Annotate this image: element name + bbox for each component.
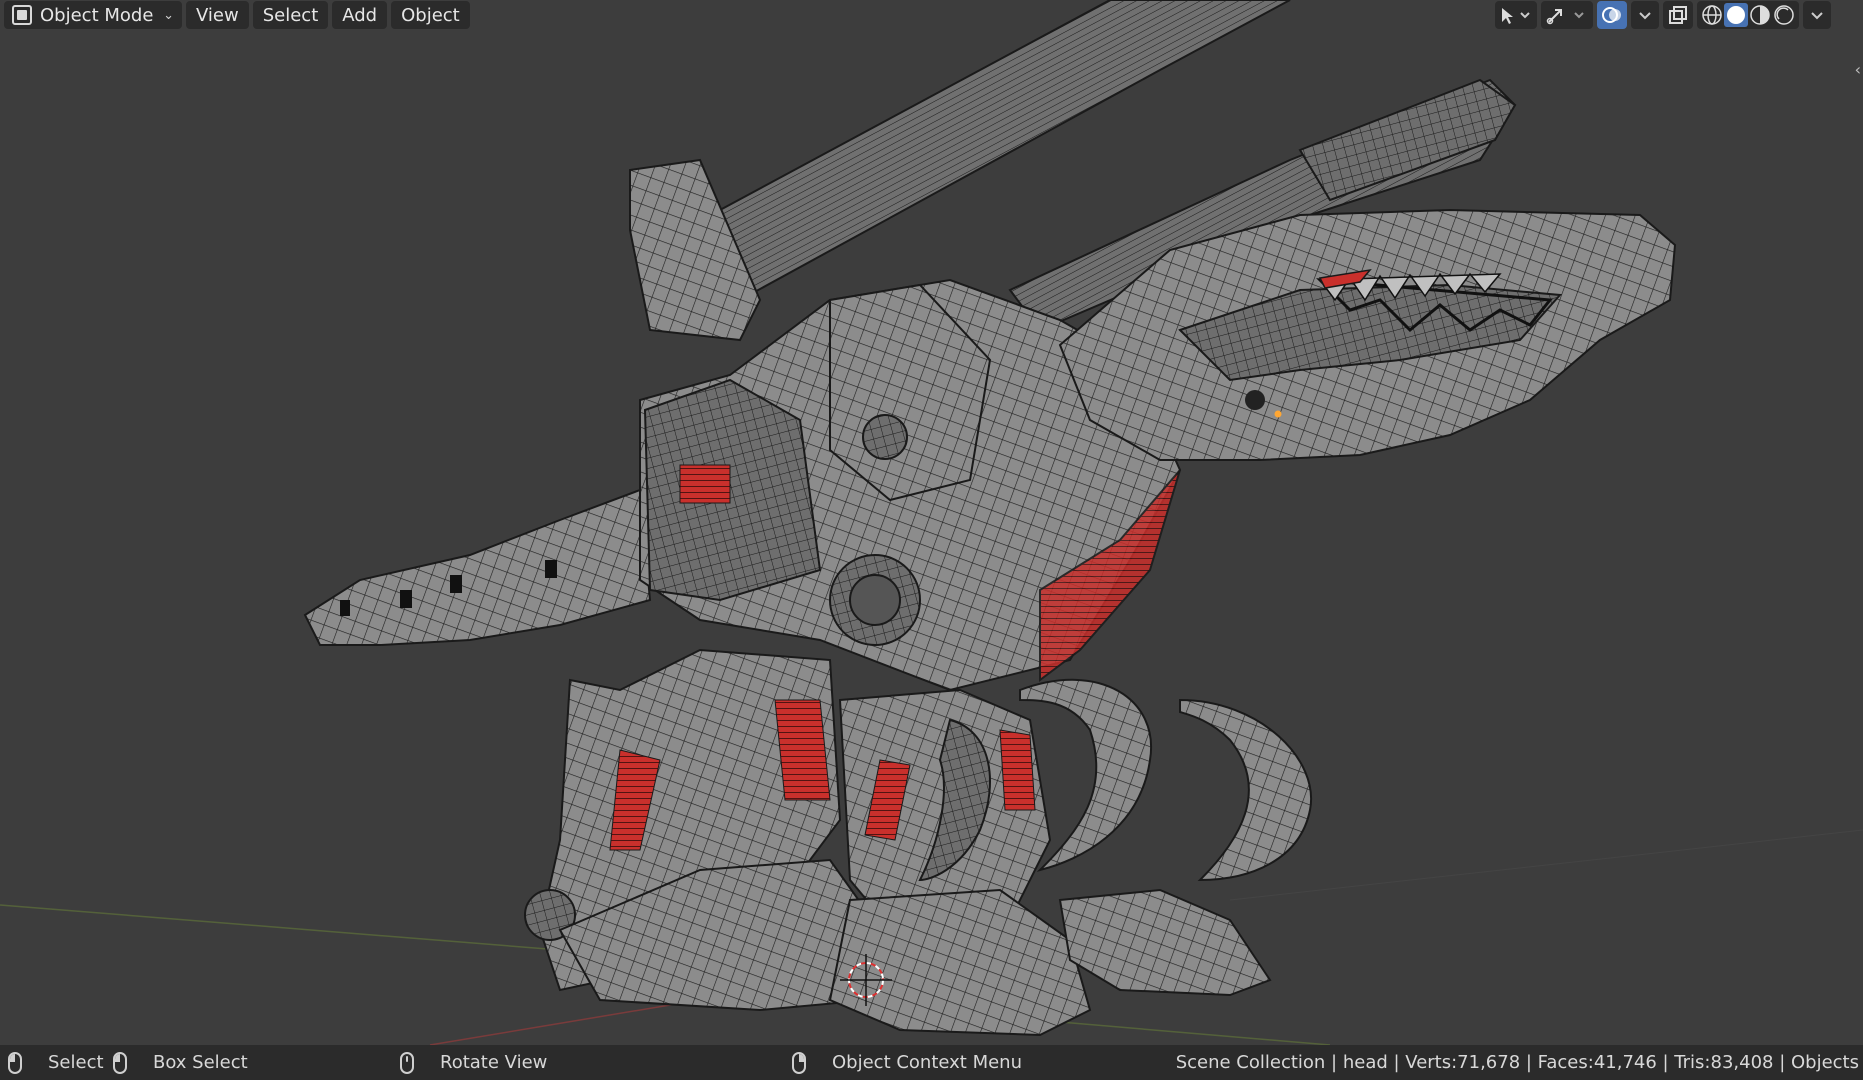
chevron-down-icon: ⌄	[163, 7, 174, 23]
status-select: Select	[8, 1051, 104, 1074]
status-rotate-view-label: Rotate View	[440, 1052, 548, 1073]
status-rotate-view: Rotate View	[400, 1051, 548, 1074]
status-bar: Select Box Select Rotate View Object Con…	[0, 1045, 1863, 1080]
material-shading-icon[interactable]	[1748, 3, 1772, 27]
rendered-shading-icon[interactable]	[1772, 3, 1796, 27]
tail	[303, 488, 652, 646]
menu-add[interactable]: Add	[332, 1, 388, 29]
mouse-box-select-icon	[113, 1051, 127, 1074]
rear-leg	[524, 648, 882, 1012]
status-box-select-label: Box Select	[153, 1052, 248, 1073]
mouse-left-icon	[8, 1051, 22, 1074]
overlays-icon[interactable]	[1597, 1, 1627, 29]
viewport-tools	[1495, 0, 1831, 30]
wireframe-shading-icon[interactable]	[1700, 3, 1724, 27]
menu-select[interactable]: Select	[252, 1, 329, 29]
object-mode-icon	[12, 5, 32, 25]
xray-icon[interactable]	[1663, 1, 1693, 29]
menu-view[interactable]: View	[186, 1, 249, 29]
sidebar-toggle-chevron-left-icon[interactable]: ‹	[1855, 60, 1861, 79]
shading-mode-group	[1697, 1, 1799, 29]
select-cursor-icon[interactable]	[1495, 1, 1537, 29]
menu-object[interactable]: Object	[391, 1, 470, 29]
status-context-menu-label: Object Context Menu	[832, 1052, 1023, 1073]
shading-dropdown[interactable]	[1803, 1, 1831, 29]
scene-canvas[interactable]	[0, 0, 1863, 1045]
mouse-right-icon	[792, 1051, 806, 1074]
3d-viewport[interactable]: Object Mode ⌄ View Select Add Object ‹	[0, 0, 1863, 1045]
object-mode-dropdown[interactable]: Object Mode ⌄	[4, 1, 182, 29]
transform-gizmo-icon[interactable]	[1541, 1, 1593, 29]
overlays-dropdown[interactable]	[1631, 1, 1659, 29]
viewport-header: Object Mode ⌄ View Select Add Object ‹	[0, 0, 1863, 79]
scene-statistics: Scene Collection | head | Verts:71,678 |…	[1175, 1052, 1859, 1073]
mode-label: Object Mode	[40, 4, 154, 26]
mouse-middle-icon	[400, 1051, 414, 1074]
solid-shading-icon[interactable]	[1724, 3, 1748, 27]
grid-y-axis-line	[0, 904, 561, 951]
status-context-menu: Object Context Menu	[792, 1051, 1023, 1074]
status-box-select: Box Select	[113, 1051, 248, 1074]
status-select-label: Select	[48, 1052, 104, 1073]
